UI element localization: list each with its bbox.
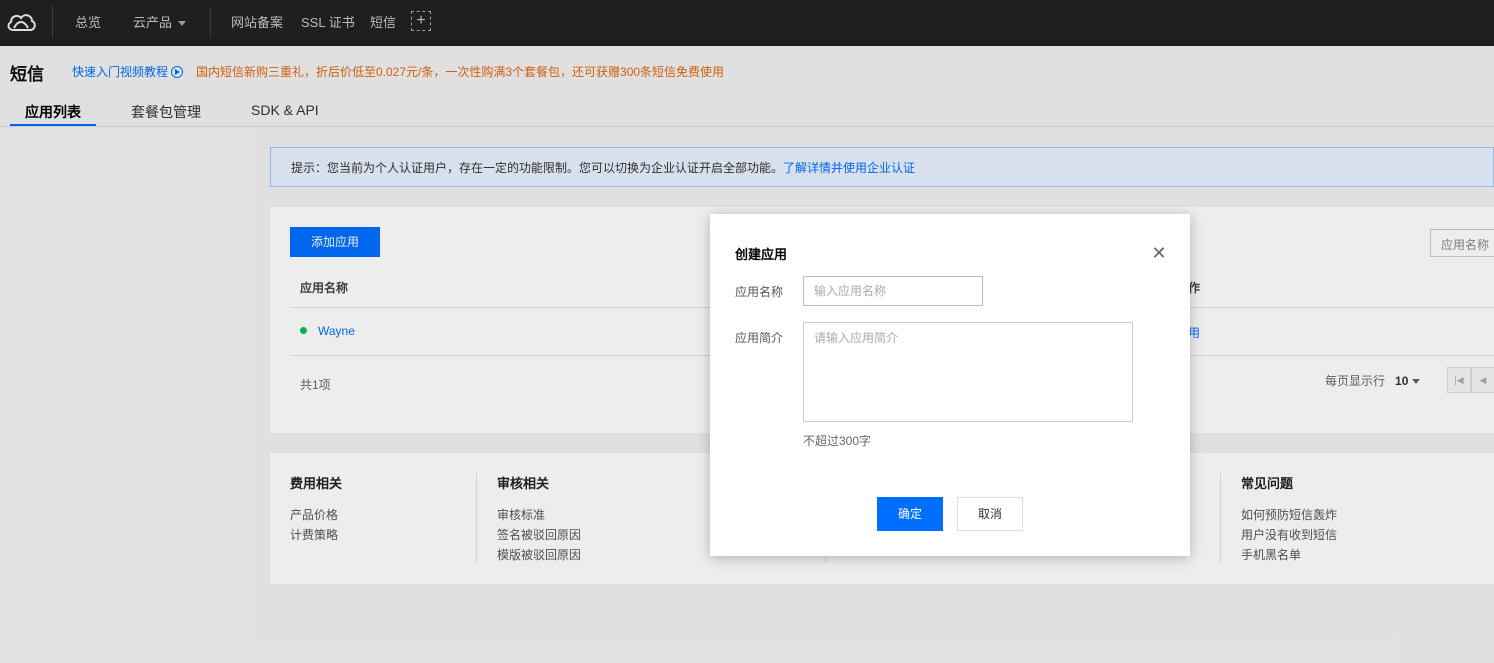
chevron-down-icon bbox=[178, 21, 187, 27]
app-description-field[interactable] bbox=[803, 322, 1133, 422]
cancel-button[interactable]: 取消 bbox=[957, 497, 1023, 531]
nav-ssl-certificate[interactable]: SSL 证书 bbox=[301, 12, 355, 31]
nav-cloud-products[interactable]: 云产品 bbox=[133, 12, 187, 31]
description-length-hint: 不超过300字 bbox=[803, 434, 872, 448]
cloud-logo-icon[interactable] bbox=[4, 8, 38, 36]
confirm-button[interactable]: 确定 bbox=[877, 497, 943, 531]
nav-divider bbox=[52, 6, 53, 38]
nav-divider bbox=[210, 6, 211, 38]
app-description-label: 应用简介 bbox=[735, 331, 784, 345]
close-icon[interactable]: ✕ bbox=[1150, 244, 1168, 262]
nav-sms[interactable]: 短信 bbox=[370, 12, 396, 31]
add-shortcut-icon[interactable]: + bbox=[411, 11, 431, 31]
nav-cloud-products-label: 云产品 bbox=[133, 15, 173, 30]
nav-overview[interactable]: 总览 bbox=[75, 12, 101, 31]
app-name-field[interactable] bbox=[803, 276, 983, 306]
create-app-dialog: 创建应用 ✕ 应用名称 应用简介 不超过300字 确定 取消 bbox=[710, 214, 1190, 556]
nav-icp-filing[interactable]: 网站备案 bbox=[231, 12, 283, 31]
top-nav-bar: 总览 云产品 网站备案 SSL 证书 短信 + bbox=[0, 0, 1494, 46]
app-name-label: 应用名称 bbox=[735, 285, 784, 299]
dialog-title: 创建应用 bbox=[735, 247, 788, 262]
